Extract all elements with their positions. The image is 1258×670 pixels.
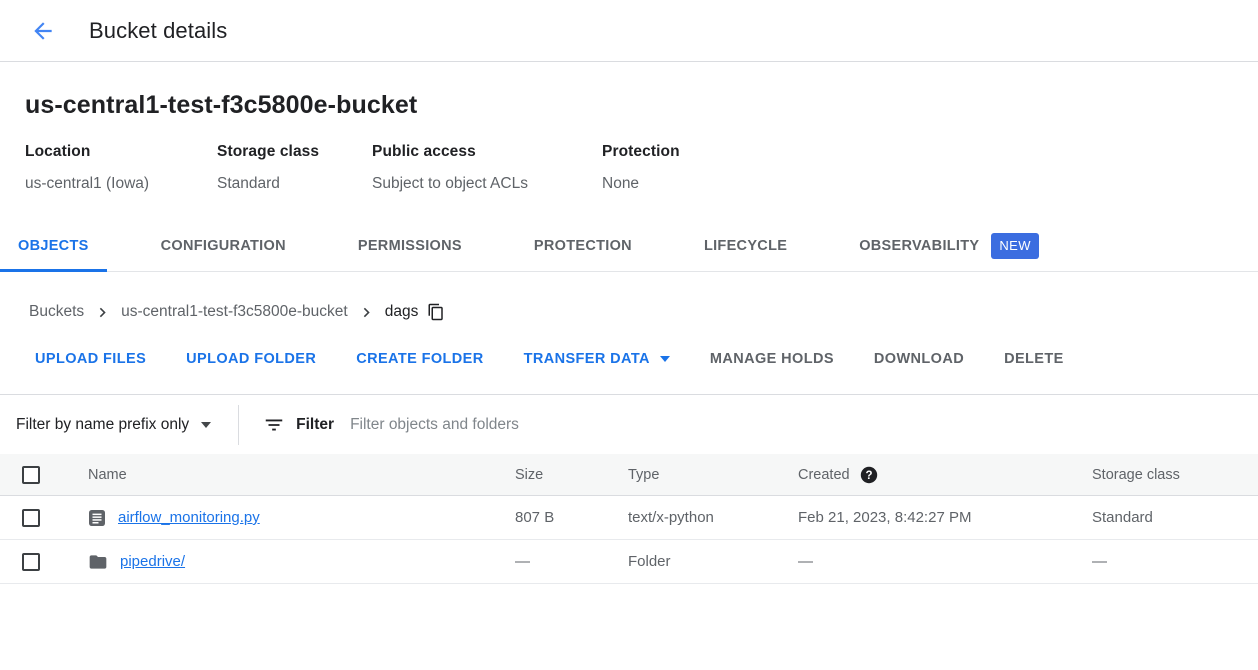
vertical-divider <box>238 405 239 445</box>
object-storage-class: — <box>1092 553 1258 570</box>
upload-folder-button[interactable]: UPLOAD FOLDER <box>166 340 336 378</box>
tab-configuration[interactable]: CONFIGURATION <box>143 223 304 272</box>
object-created: Feb 21, 2023, 8:42:27 PM <box>798 509 1092 526</box>
tab-lifecycle[interactable]: LIFECYCLE <box>686 223 805 272</box>
column-header-name: Name <box>88 467 515 483</box>
help-icon[interactable]: ? <box>860 466 878 484</box>
copy-icon[interactable] <box>427 303 445 321</box>
meta-label-protection: Protection <box>602 143 680 161</box>
filter-bar: Filter by name prefix only Filter <box>0 394 1258 454</box>
folder-icon <box>88 552 108 572</box>
transfer-data-button[interactable]: TRANSFER DATA <box>504 340 690 378</box>
dropdown-caret-icon <box>660 356 670 362</box>
object-size: — <box>515 553 628 570</box>
breadcrumb-bucket-name[interactable]: us-central1-test-f3c5800e-bucket <box>121 303 348 321</box>
svg-text:?: ? <box>865 470 872 482</box>
select-all-checkbox[interactable] <box>22 466 40 484</box>
filter-label: Filter <box>296 416 334 434</box>
download-button[interactable]: DOWNLOAD <box>854 340 984 378</box>
row-checkbox[interactable] <box>22 553 40 571</box>
column-header-storage-class: Storage class <box>1092 467 1258 483</box>
meta-value-protection: None <box>602 175 680 193</box>
filter-list-icon <box>263 414 285 436</box>
bucket-meta: Location us-central1 (Iowa) Storage clas… <box>0 143 1258 193</box>
meta-value-public-access: Subject to object ACLs <box>372 175 592 193</box>
meta-value-location: us-central1 (Iowa) <box>25 175 207 193</box>
table-row: pipedrive/ — Folder — — <box>0 540 1258 584</box>
filter-input[interactable] <box>350 416 910 434</box>
meta-label-public-access: Public access <box>372 143 592 161</box>
table-row: airflow_monitoring.py 807 B text/x-pytho… <box>0 496 1258 540</box>
meta-value-storage-class: Standard <box>217 175 362 193</box>
tab-permissions[interactable]: PERMISSIONS <box>340 223 480 272</box>
table-header: Name Size Type Created ? Storage class <box>0 454 1258 496</box>
new-badge: NEW <box>991 233 1039 259</box>
bucket-name: us-central1-test-f3c5800e-bucket <box>0 91 1258 120</box>
page-title: Bucket details <box>89 18 227 44</box>
upload-files-button[interactable]: UPLOAD FILES <box>15 340 166 378</box>
object-size: 807 B <box>515 509 628 526</box>
create-folder-button[interactable]: CREATE FOLDER <box>336 340 503 378</box>
back-arrow-icon[interactable] <box>30 18 56 44</box>
breadcrumb: Buckets us-central1-test-f3c5800e-bucket… <box>0 299 1258 325</box>
filter-scope-dropdown[interactable]: Filter by name prefix only <box>16 416 211 434</box>
object-type: Folder <box>628 553 798 570</box>
file-icon <box>88 509 106 527</box>
delete-button[interactable]: DELETE <box>984 340 1084 378</box>
meta-label-location: Location <box>25 143 207 161</box>
chevron-right-icon <box>357 303 376 322</box>
tab-observability[interactable]: OBSERVABILITY NEW <box>841 223 1057 272</box>
column-header-created: Created ? <box>798 466 1092 484</box>
tab-protection[interactable]: PROTECTION <box>516 223 650 272</box>
column-header-size: Size <box>515 467 628 483</box>
breadcrumb-buckets[interactable]: Buckets <box>29 303 84 321</box>
dropdown-caret-icon <box>201 422 211 428</box>
object-created: — <box>798 553 1092 570</box>
object-link[interactable]: airflow_monitoring.py <box>118 509 260 526</box>
breadcrumb-current-folder: dags <box>385 303 419 321</box>
row-checkbox[interactable] <box>22 509 40 527</box>
object-toolbar: UPLOAD FILES UPLOAD FOLDER CREATE FOLDER… <box>0 338 1258 380</box>
tab-bar: OBJECTS CONFIGURATION PERMISSIONS PROTEC… <box>0 223 1258 272</box>
meta-label-storage-class: Storage class <box>217 143 362 161</box>
object-link[interactable]: pipedrive/ <box>120 553 185 570</box>
tab-objects[interactable]: OBJECTS <box>0 223 107 272</box>
page-header: Bucket details <box>0 0 1258 62</box>
object-type: text/x-python <box>628 509 798 526</box>
column-header-type: Type <box>628 467 798 483</box>
chevron-right-icon <box>93 303 112 322</box>
manage-holds-button[interactable]: MANAGE HOLDS <box>690 340 854 378</box>
object-storage-class: Standard <box>1092 509 1258 526</box>
